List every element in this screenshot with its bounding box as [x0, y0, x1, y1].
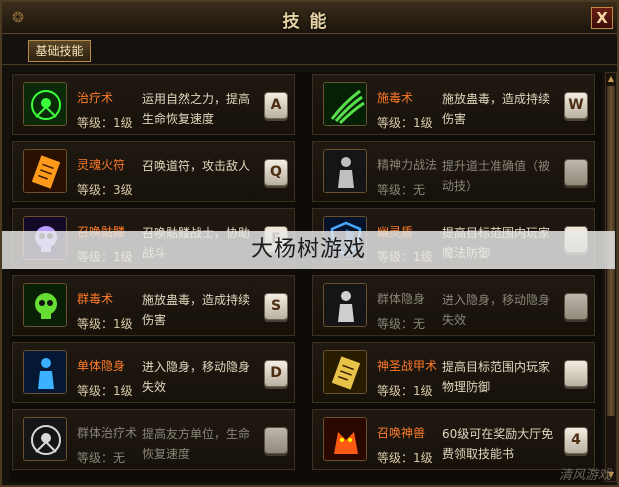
skill-card[interactable]: 群毒术等级：1级 施放蛊毒，造成持续伤害 S — [12, 275, 295, 336]
skill-card[interactable]: 施毒术等级：1级 施放蛊毒，造成持续伤害 W — [312, 74, 595, 135]
hotkey-button[interactable] — [564, 360, 588, 387]
skill-name: 单体隐身 — [77, 359, 126, 373]
corner-logo: 清风游戏 — [558, 468, 611, 483]
skill-card[interactable]: 灵魂火符等级：3级 召唤道符，攻击敌人 Q — [12, 141, 295, 202]
skill-name: 灵魂火符 — [77, 158, 126, 172]
skill-card[interactable]: 治疗术等级：1级 运用自然之力，提高生命恢复速度 A — [12, 74, 295, 135]
skill-name: 精神力战法 — [377, 158, 438, 172]
skill-level: 等级：无 — [77, 451, 126, 465]
skill-name: 群毒术 — [77, 292, 114, 306]
stealth-icon[interactable] — [23, 350, 67, 394]
skill-card[interactable]: 群体治疗术等级：无 提高友方单位，生命恢复速度 — [12, 409, 295, 470]
hotkey-button[interactable]: W — [564, 92, 588, 119]
window-title: 技能 — [282, 12, 337, 32]
ornament-left-icon: ❂ — [12, 10, 24, 26]
scroll-up-icon[interactable]: ▲ — [606, 74, 616, 84]
skill-card[interactable]: 精神力战法等级：无 提升道士准确值（被动技） — [312, 141, 595, 202]
skill-description: 召唤道符，攻击敌人 — [142, 159, 251, 173]
healing-icon[interactable] — [23, 82, 67, 126]
hotkey-button[interactable]: S — [264, 293, 288, 320]
title-bar[interactable]: ❂ 技能 X — [2, 2, 617, 34]
skill-description: 进入隐身，移动隐身失效 — [442, 293, 551, 327]
skill-description: 60级可在奖励大厅免费领取技能书 — [442, 427, 554, 461]
hotkey-button[interactable]: A — [264, 92, 288, 119]
skills-window: ❂ 技能 X 基础技能 治疗术 等级：1级 运用自然之力，提高生命恢复速度 A 施毒术等… — [0, 0, 619, 487]
skill-name: 治疗术 — [77, 91, 114, 105]
group-heal-icon[interactable] — [23, 417, 67, 461]
skill-description: 施放蛊毒，造成持续伤害 — [442, 92, 551, 126]
hotkey-button[interactable]: D — [264, 360, 288, 387]
group-poison-icon[interactable] — [23, 283, 67, 327]
skill-name: 召唤神兽 — [377, 426, 426, 440]
soul-talisman-icon[interactable] — [23, 149, 67, 193]
skill-description: 进入隐身，移动隐身失效 — [142, 360, 251, 394]
watermark-banner: 大杨树游戏 — [2, 231, 615, 269]
skill-level: 等级：3级 — [77, 183, 133, 197]
skill-name: 群体隐身 — [377, 292, 426, 306]
skill-level: 等级：1级 — [77, 384, 133, 398]
skill-description: 运用自然之力，提高生命恢复速度 — [142, 92, 251, 126]
skill-level: 等级：1级 — [77, 116, 133, 130]
close-button[interactable]: X — [591, 7, 613, 29]
skill-name: 群体治疗术 — [77, 426, 138, 440]
hotkey-button[interactable] — [564, 159, 588, 186]
skill-name: 神圣战甲术 — [377, 359, 438, 373]
skill-list: 治疗术 等级：1级 运用自然之力，提高生命恢复速度 A 施毒术 等级：1级 施放蛊毒，造成持… — [10, 72, 602, 482]
skill-level: 等级：1级 — [377, 451, 433, 465]
mental-power-icon[interactable] — [323, 149, 367, 193]
skill-description: 提高目标范围内玩家物理防御 — [442, 360, 551, 394]
scrollbar[interactable]: ▲ ▼ — [605, 72, 617, 482]
tab-basic-skills[interactable]: 基础技能 — [28, 40, 91, 62]
skill-level: 等级：1级 — [377, 384, 433, 398]
hotkey-button[interactable] — [264, 427, 288, 454]
hotkey-button[interactable]: 4 — [564, 427, 588, 454]
tab-bar: 基础技能 — [2, 35, 617, 65]
hotkey-button[interactable] — [564, 293, 588, 320]
skill-description: 提高友方单位，生命恢复速度 — [142, 427, 251, 461]
skill-level: 等级：无 — [377, 183, 426, 197]
divine-beast-icon[interactable] — [323, 417, 367, 461]
skill-description: 施放蛊毒，造成持续伤害 — [142, 293, 251, 327]
skill-level: 等级：无 — [377, 317, 426, 331]
holy-armor-icon[interactable] — [323, 350, 367, 394]
skill-level: 等级：1级 — [377, 116, 433, 130]
skill-card[interactable]: 召唤神兽等级：1级 60级可在奖励大厅免费领取技能书 4 — [312, 409, 595, 470]
skill-level: 等级：1级 — [77, 317, 133, 331]
skill-name: 施毒术 — [377, 91, 414, 105]
skill-card[interactable]: 群体隐身等级：无 进入隐身，移动隐身失效 — [312, 275, 595, 336]
skill-description: 提升道士准确值（被动技） — [442, 159, 551, 193]
hotkey-button[interactable]: Q — [264, 159, 288, 186]
skill-card[interactable]: 单体隐身等级：1级 进入隐身，移动隐身失效 D — [12, 342, 295, 403]
poison-icon[interactable] — [323, 82, 367, 126]
group-stealth-icon[interactable] — [323, 283, 367, 327]
skill-card[interactable]: 神圣战甲术等级：1级 提高目标范围内玩家物理防御 — [312, 342, 595, 403]
